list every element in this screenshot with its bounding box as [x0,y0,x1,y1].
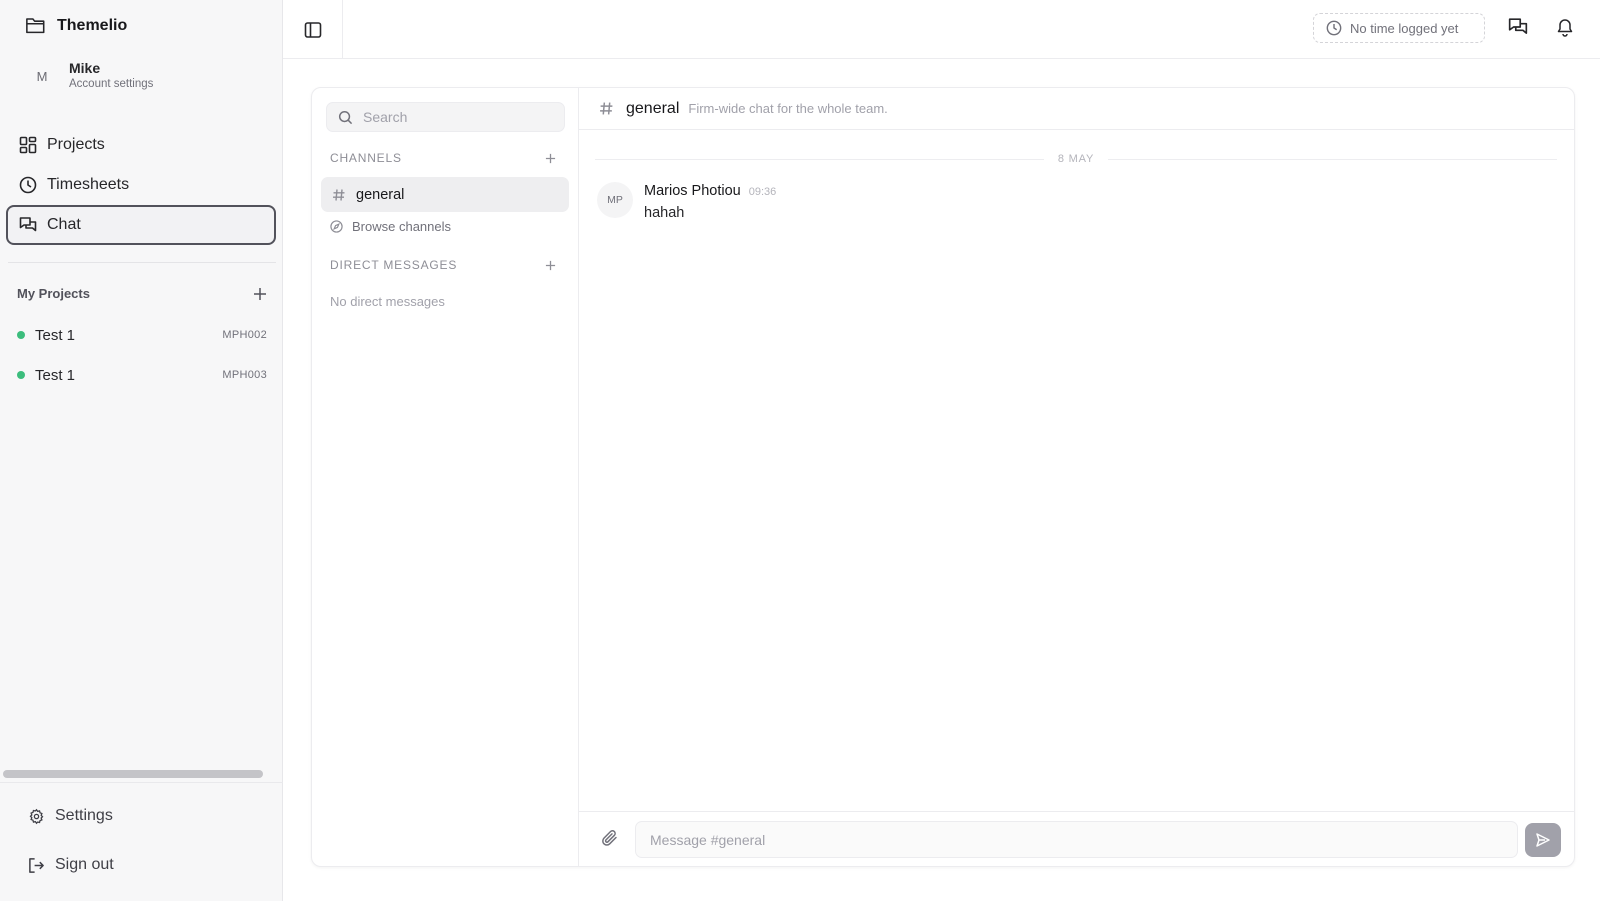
compass-icon [330,220,343,233]
top-bar: No time logged yet [283,0,1600,59]
bell-icon [1557,19,1573,37]
my-projects-header: My Projects [17,286,267,301]
channel-name: general [356,186,405,203]
hash-icon [599,101,614,116]
chat-icon [1508,18,1528,34]
direct-messages-header: DIRECT MESSAGES [330,258,556,272]
empty-direct-messages: No direct messages [330,294,445,309]
chat-icon [19,216,37,234]
settings-label: Settings [55,807,113,824]
sign-out-icon [28,857,45,874]
main-nav: Projects Timesheets Chat [6,125,276,245]
grid-icon [19,136,37,154]
gear-icon [28,808,45,825]
direct-messages-title: DIRECT MESSAGES [330,258,458,272]
project-item[interactable]: Test 1 MPH003 [17,355,267,395]
settings-button[interactable]: Settings [28,807,113,825]
user-account[interactable]: M Mike Account settings [27,60,154,92]
status-dot [17,331,25,339]
nav-item-projects[interactable]: Projects [6,125,276,165]
time-status: No time logged yet [1350,20,1459,36]
channel-title: general [626,99,680,117]
add-project-button[interactable] [253,287,267,301]
project-list: Test 1 MPH002 Test 1 MPH003 [17,315,267,395]
nav-item-timesheets[interactable]: Timesheets [6,165,276,205]
notifications-button[interactable] [1555,17,1575,37]
user-name: Mike [69,60,101,76]
nav-item-chat[interactable]: Chat [6,205,276,245]
send-icon [1535,832,1551,848]
chat-panel: CHANNELS general Browse channels DIRECT … [311,87,1575,867]
sidebar-toggle-icon [304,21,322,39]
message: MP Marios Photiou 09:36 hahah [597,182,776,221]
channels-title: CHANNELS [330,151,402,165]
message-composer [579,811,1574,866]
date-label: 8 MAY [1057,153,1095,165]
folder-icon [25,16,46,35]
project-name: Test 1 [35,366,76,384]
divider [8,262,276,263]
sign-out-button[interactable]: Sign out [28,856,114,874]
browse-channels-button[interactable]: Browse channels [330,219,451,234]
clock-icon [19,176,37,194]
message-text: hahah [644,205,685,221]
project-item[interactable]: Test 1 MPH002 [17,315,267,355]
message-input[interactable] [635,821,1518,858]
sign-out-label: Sign out [55,856,114,873]
conversation-pane: general Firm-wide chat for the whole tea… [579,88,1574,866]
nav-label: Projects [47,136,105,153]
message-author[interactable]: Marios Photiou [644,183,741,199]
app-name: Themelio [57,16,128,34]
hash-icon [332,188,346,202]
search-icon [338,110,353,125]
attach-button[interactable] [601,829,619,847]
nav-label: Chat [47,216,81,233]
account-settings-link[interactable]: Account settings [69,77,153,92]
project-code: MPH002 [222,329,267,341]
channel-list-pane: CHANNELS general Browse channels DIRECT … [312,88,579,866]
my-projects-title: My Projects [17,286,90,301]
avatar: M [36,68,48,84]
send-button[interactable] [1525,823,1561,857]
search-input[interactable] [363,109,553,125]
horizontal-scrollbar[interactable] [3,770,263,778]
channel-item-general[interactable]: general [321,177,569,212]
search-box[interactable] [326,102,565,132]
messages-button[interactable] [1508,17,1528,37]
divider [0,782,283,783]
nav-label: Timesheets [47,176,130,193]
channels-header: CHANNELS [330,151,556,165]
project-code: MPH003 [222,369,267,381]
date-separator: 8 MAY [595,152,1558,166]
browse-label: Browse channels [352,219,451,234]
clock-icon [1326,20,1342,36]
add-channel-button[interactable] [545,153,556,164]
status-dot [17,371,25,379]
brand[interactable]: Themelio [25,16,127,35]
time-tracker-button[interactable]: No time logged yet [1313,13,1485,43]
message-time: 09:36 [748,186,777,198]
paperclip-icon [602,830,617,846]
avatar[interactable]: MP [597,182,633,218]
new-direct-message-button[interactable] [545,260,556,271]
project-name: Test 1 [35,326,76,344]
sidebar: Themelio M Mike Account settings Project… [0,0,283,901]
channel-header: general Firm-wide chat for the whole tea… [579,88,1574,130]
channel-description: Firm-wide chat for the whole team. [688,101,888,116]
sidebar-toggle-button[interactable] [283,0,343,59]
